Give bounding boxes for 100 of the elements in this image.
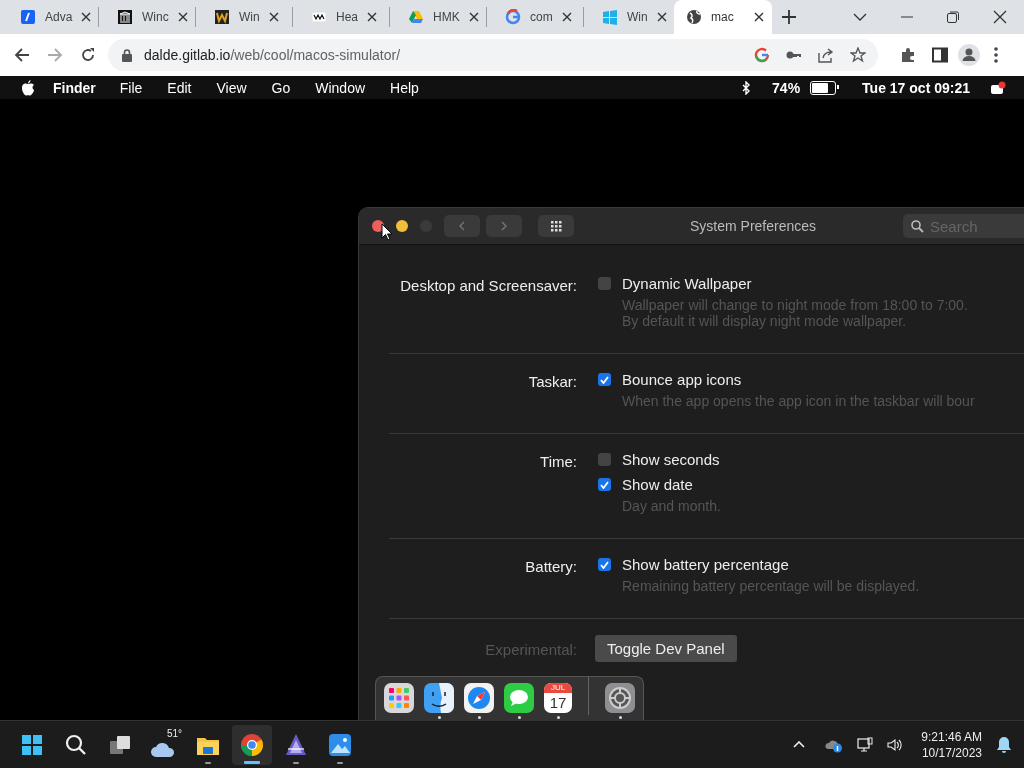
setting-label: Battery: [524, 557, 577, 577]
face-icon[interactable] [424, 683, 454, 713]
taskbar-button[interactable] [232, 724, 272, 765]
tab-title: mac [711, 10, 735, 24]
reload-icon[interactable] [80, 47, 96, 63]
windows-logo-icon [20, 732, 44, 757]
menu-clock: Tue 17 oct 09:21 [862, 79, 970, 96]
menu-item[interactable]: File [119, 79, 143, 96]
address-field[interactable]: dalde.gitlab.io/web/cool/macos-simulator/ [108, 39, 878, 71]
clock-date: 10/17/2023 [921, 744, 982, 761]
browser-tab[interactable]: Hea [299, 0, 383, 34]
setting-label: Time: [539, 452, 577, 472]
apple-logo-icon[interactable] [21, 79, 35, 96]
mountain-photo-icon [328, 732, 352, 757]
side-panel-icon[interactable] [932, 47, 948, 63]
bell-icon[interactable] [996, 735, 1012, 754]
lock-icon [122, 48, 132, 62]
tab-title: Adva [45, 10, 73, 24]
checkbox[interactable] [598, 277, 611, 290]
speaker-icon[interactable] [887, 737, 904, 752]
battery-percentage: 74% [772, 79, 801, 96]
taskbar-button[interactable]: 51° [144, 724, 184, 765]
avatar-icon[interactable] [958, 44, 980, 66]
option-label: Show battery percentage [622, 556, 789, 573]
menu-item[interactable]: Edit [167, 79, 192, 96]
puzzle-icon[interactable] [900, 47, 916, 63]
browser-tab[interactable]: Win [590, 0, 674, 34]
share-icon[interactable] [818, 47, 834, 63]
checkbox[interactable] [598, 453, 611, 466]
launchpad-icon[interactable] [384, 683, 414, 713]
checkbox[interactable] [598, 558, 611, 571]
close-icon[interactable] [268, 12, 279, 22]
new-tab-icon[interactable] [782, 10, 796, 24]
browser-tab[interactable]: Adva [8, 0, 92, 34]
window-title: System Preferences [690, 218, 817, 234]
building-icon [117, 9, 133, 25]
logo-icon [311, 9, 327, 25]
close-icon[interactable] [177, 12, 188, 22]
monitor-icon[interactable] [857, 736, 874, 753]
speech-bubble-icon[interactable] [504, 683, 534, 713]
browser-tab[interactable]: Win [202, 0, 286, 34]
g-logo-icon [505, 9, 521, 25]
browser-tab[interactable]: HMK [396, 0, 480, 34]
tab-title: HMK [433, 10, 460, 24]
more-icon[interactable] [994, 47, 998, 63]
chevron-down-icon[interactable] [853, 13, 867, 21]
close-icon[interactable] [561, 12, 572, 22]
option-label: Show date [622, 476, 693, 493]
search-icon [911, 220, 924, 233]
close-icon[interactable] [367, 12, 377, 22]
square-icon [20, 9, 36, 25]
tab-title: com [530, 10, 553, 24]
search-icon [64, 732, 88, 757]
menu-item[interactable]: Go [271, 79, 291, 96]
compass-icon[interactable] [464, 683, 494, 713]
restore-icon[interactable] [947, 11, 959, 23]
checkmark-icon [600, 560, 609, 569]
browser-tab[interactable]: mac [674, 0, 772, 34]
menu-item[interactable]: Help [390, 79, 419, 96]
tab-title: Winc [142, 10, 169, 24]
setting-label: Desktop and Screensaver: [399, 276, 577, 296]
close-icon[interactable] [993, 10, 1007, 24]
close-icon[interactable] [468, 12, 479, 22]
globe-icon [686, 9, 702, 25]
menu-item[interactable]: View [216, 79, 247, 96]
browser-tab[interactable]: com [493, 0, 577, 34]
grid-icon [550, 220, 562, 232]
key-icon[interactable] [786, 50, 802, 60]
chevron-up-icon[interactable] [793, 741, 806, 748]
chevron-left-icon [459, 221, 465, 231]
notification-icon[interactable] [990, 80, 1006, 95]
close-icon[interactable] [754, 12, 764, 22]
letter-logo-icon [214, 9, 230, 25]
bluetooth-icon[interactable] [742, 80, 751, 95]
menu-item[interactable]: Window [315, 79, 366, 96]
setting-label: Taskar: [527, 372, 577, 392]
close-icon[interactable] [656, 12, 667, 22]
checkbox[interactable] [598, 373, 611, 386]
back-arrow-icon[interactable] [14, 48, 30, 62]
menu-item[interactable]: Finder [53, 79, 96, 96]
g-logo-icon[interactable] [754, 47, 770, 63]
close-icon[interactable] [81, 12, 92, 22]
forward-arrow-icon [47, 48, 63, 62]
tab-title: Win [627, 10, 648, 24]
checkmark-icon [600, 375, 609, 384]
windows-logo-icon [602, 9, 618, 25]
clock-time: 9:21:46 AM [921, 728, 982, 745]
grid-button[interactable] [538, 215, 574, 237]
chevron-right-icon [501, 221, 507, 231]
star-icon[interactable] [850, 47, 866, 63]
temperature-label: 51° [164, 727, 184, 739]
clock-button[interactable]: 9:21:46 AM 10/17/2023 [921, 728, 982, 761]
checkbox[interactable] [598, 478, 611, 491]
battery-icon[interactable] [810, 80, 837, 95]
minimize-dot-icon[interactable] [396, 220, 408, 232]
gear-icon[interactable] [605, 683, 635, 713]
browser-tab[interactable]: Winc [105, 0, 189, 34]
toggle-button[interactable]: Toggle Dev Panel [595, 635, 737, 662]
calendar-icon[interactable]: JUL 17 [544, 683, 572, 713]
option-label: Bounce app icons [622, 371, 742, 388]
